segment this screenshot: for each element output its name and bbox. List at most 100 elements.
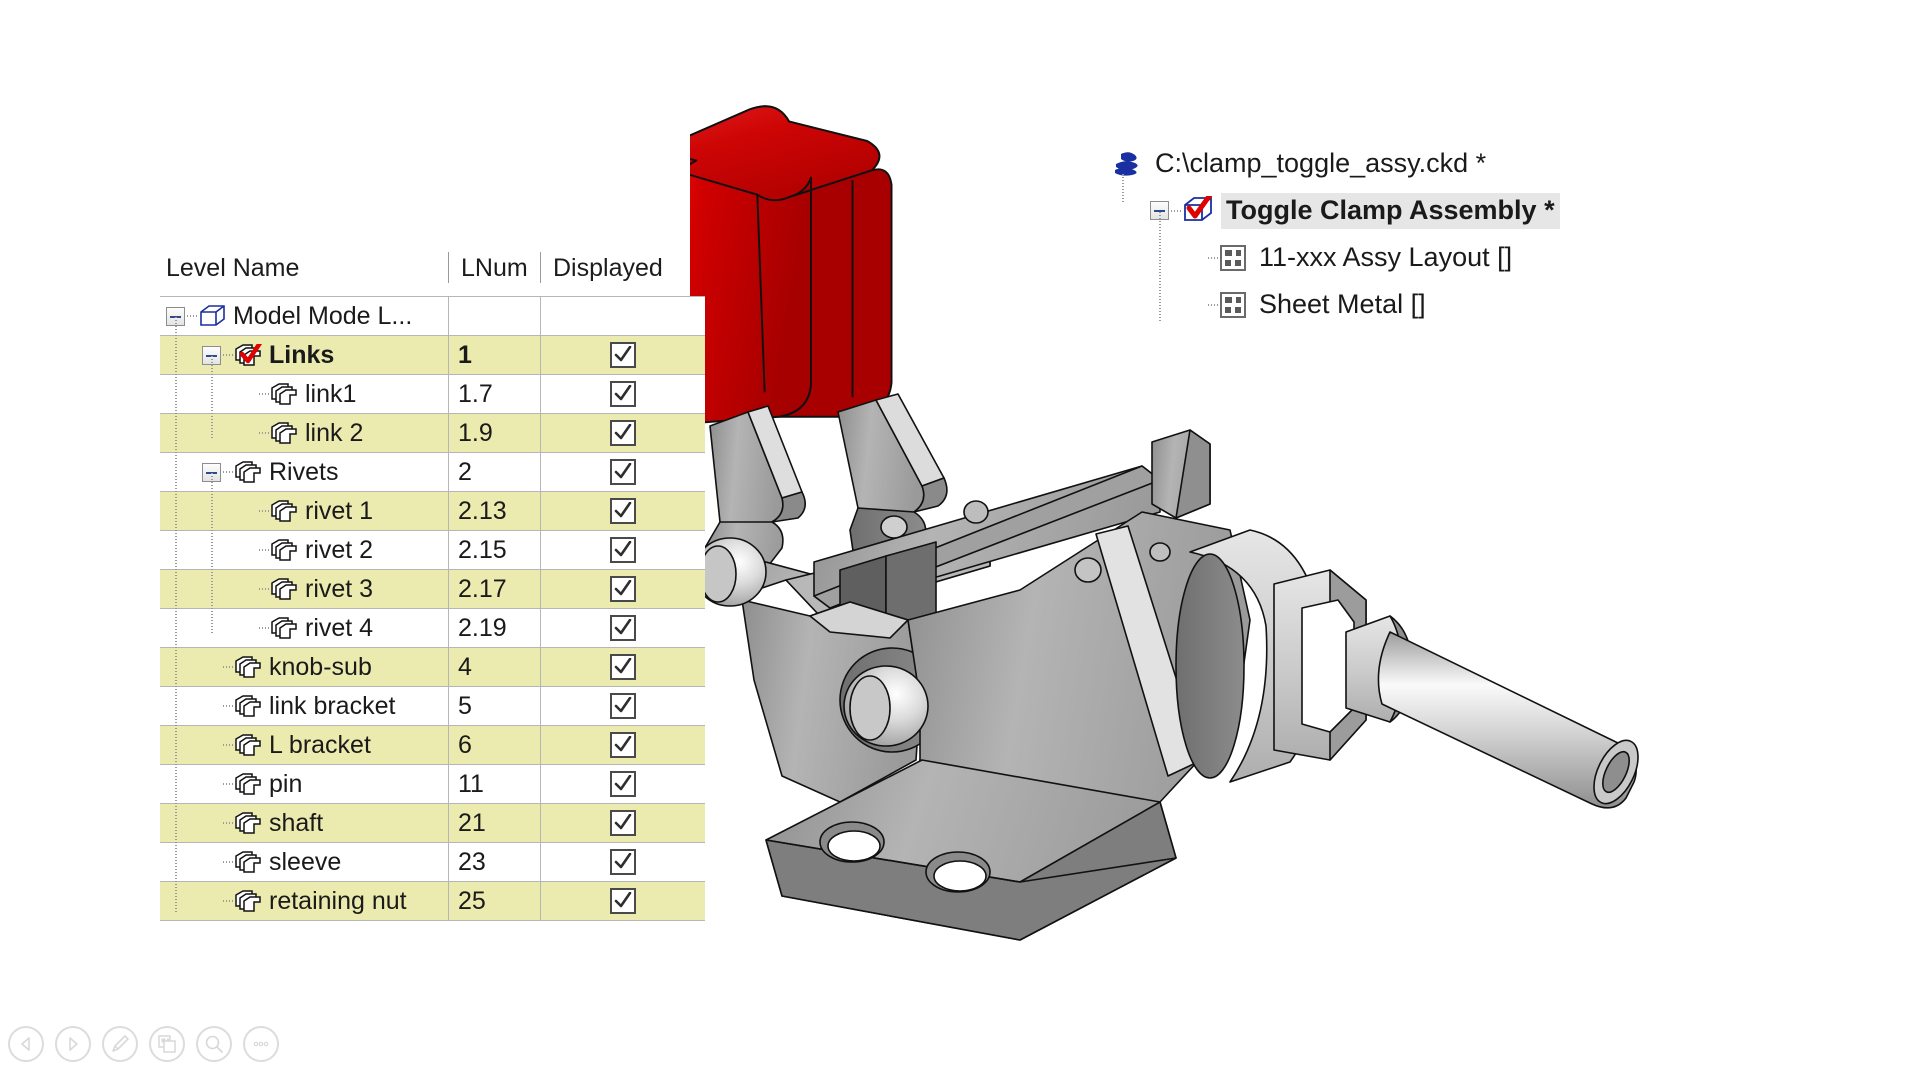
level-table-row[interactable]: link1 1.7 bbox=[160, 375, 705, 414]
pen-button[interactable] bbox=[102, 1026, 138, 1062]
level-name-cell[interactable]: Model Mode L... bbox=[160, 297, 448, 335]
level-displayed-cell[interactable] bbox=[540, 414, 705, 452]
level-number-cell[interactable]: 1 bbox=[448, 336, 540, 374]
assembly-tree-panel[interactable]: C:\clamp_toggle_assy.ckd * Toggle Clamp A… bbox=[1113, 140, 1560, 328]
level-number-cell[interactable] bbox=[448, 297, 540, 335]
level-table-row[interactable]: Rivets 2 bbox=[160, 453, 705, 492]
displayed-checkbox[interactable] bbox=[610, 420, 636, 446]
level-displayed-cell[interactable] bbox=[540, 765, 705, 803]
level-table-row[interactable]: L bracket 6 bbox=[160, 726, 705, 765]
level-displayed-cell[interactable] bbox=[540, 375, 705, 413]
level-name-cell[interactable]: link 2 bbox=[160, 414, 448, 452]
level-number-cell[interactable]: 23 bbox=[448, 843, 540, 881]
level-name-cell[interactable]: link bracket bbox=[160, 687, 448, 725]
displayed-checkbox[interactable] bbox=[610, 342, 636, 368]
level-name-cell[interactable]: rivet 3 bbox=[160, 570, 448, 608]
displayed-checkbox[interactable] bbox=[610, 498, 636, 524]
level-displayed-cell[interactable] bbox=[540, 882, 705, 920]
level-name-cell[interactable]: L bracket bbox=[160, 726, 448, 764]
level-number-cell[interactable]: 2.15 bbox=[448, 531, 540, 569]
level-number-cell[interactable]: 2 bbox=[448, 453, 540, 491]
displayed-checkbox[interactable] bbox=[610, 615, 636, 641]
level-table-row[interactable]: knob-sub 4 bbox=[160, 648, 705, 687]
displayed-checkbox[interactable] bbox=[610, 654, 636, 680]
level-name-cell[interactable]: link1 bbox=[160, 375, 448, 413]
level-number-cell[interactable]: 4 bbox=[448, 648, 540, 686]
level-table-row[interactable]: link bracket 5 bbox=[160, 687, 705, 726]
level-number-cell[interactable]: 2.13 bbox=[448, 492, 540, 530]
level-displayed-cell[interactable] bbox=[540, 297, 705, 335]
level-number-cell[interactable]: 2.17 bbox=[448, 570, 540, 608]
column-header-displayed[interactable]: Displayed bbox=[540, 252, 705, 283]
assembly-tree-node[interactable]: 11-xxx Assy Layout [] bbox=[1113, 234, 1560, 281]
displayed-checkbox[interactable] bbox=[610, 810, 636, 836]
more-button[interactable] bbox=[243, 1026, 279, 1062]
level-name-cell[interactable]: knob-sub bbox=[160, 648, 448, 686]
displayed-checkbox[interactable] bbox=[610, 576, 636, 602]
level-table-row[interactable]: link 2 1.9 bbox=[160, 414, 705, 453]
level-name-cell[interactable]: Links bbox=[160, 336, 448, 374]
bottom-toolbar[interactable] bbox=[8, 1026, 279, 1062]
copy-button[interactable] bbox=[149, 1026, 185, 1062]
level-name-cell[interactable]: sleeve bbox=[160, 843, 448, 881]
level-number-cell[interactable]: 1.7 bbox=[448, 375, 540, 413]
level-name-cell[interactable]: rivet 4 bbox=[160, 609, 448, 647]
level-table-row[interactable]: rivet 3 2.17 bbox=[160, 570, 705, 609]
assembly-tree-node[interactable]: Sheet Metal [] bbox=[1113, 281, 1560, 328]
level-displayed-cell[interactable] bbox=[540, 843, 705, 881]
level-table-row[interactable]: retaining nut 25 bbox=[160, 882, 705, 921]
level-name-cell[interactable]: rivet 2 bbox=[160, 531, 448, 569]
search-button[interactable] bbox=[196, 1026, 232, 1062]
level-table-body[interactable]: Model Mode L... Links 1 link1 1.7 link 2 1.9 Ri… bbox=[160, 296, 705, 921]
level-number-cell[interactable]: 1.9 bbox=[448, 414, 540, 452]
level-displayed-cell[interactable] bbox=[540, 336, 705, 374]
level-displayed-cell[interactable] bbox=[540, 453, 705, 491]
level-table-row[interactable]: Model Mode L... bbox=[160, 297, 705, 336]
displayed-checkbox[interactable] bbox=[610, 888, 636, 914]
assembly-tree-node[interactable]: Toggle Clamp Assembly * bbox=[1113, 187, 1560, 234]
level-table-row[interactable]: pin 11 bbox=[160, 765, 705, 804]
displayed-checkbox[interactable] bbox=[610, 459, 636, 485]
displayed-checkbox[interactable] bbox=[610, 771, 636, 797]
displayed-checkbox[interactable] bbox=[610, 693, 636, 719]
displayed-checkbox[interactable] bbox=[610, 732, 636, 758]
level-table-row[interactable]: rivet 4 2.19 bbox=[160, 609, 705, 648]
displayed-checkbox[interactable] bbox=[610, 537, 636, 563]
displayed-checkbox[interactable] bbox=[610, 849, 636, 875]
tree-collapse-toggle[interactable] bbox=[202, 462, 221, 482]
level-name-cell[interactable]: retaining nut bbox=[160, 882, 448, 920]
level-displayed-cell[interactable] bbox=[540, 492, 705, 530]
level-name-cell[interactable]: pin bbox=[160, 765, 448, 803]
level-displayed-cell[interactable] bbox=[540, 687, 705, 725]
level-displayed-cell[interactable] bbox=[540, 531, 705, 569]
level-name-cell[interactable]: Rivets bbox=[160, 453, 448, 491]
level-table-row[interactable]: sleeve 23 bbox=[160, 843, 705, 882]
back-button[interactable] bbox=[8, 1026, 44, 1062]
column-header-lnum[interactable]: LNum bbox=[448, 252, 540, 283]
level-number-cell[interactable]: 5 bbox=[448, 687, 540, 725]
level-number-cell[interactable]: 21 bbox=[448, 804, 540, 842]
forward-button[interactable] bbox=[55, 1026, 91, 1062]
level-displayed-cell[interactable] bbox=[540, 726, 705, 764]
level-displayed-cell[interactable] bbox=[540, 570, 705, 608]
level-name-cell[interactable]: rivet 1 bbox=[160, 492, 448, 530]
level-table-row[interactable]: rivet 2 2.15 bbox=[160, 531, 705, 570]
level-name-cell[interactable]: shaft bbox=[160, 804, 448, 842]
level-displayed-cell[interactable] bbox=[540, 648, 705, 686]
level-displayed-cell[interactable] bbox=[540, 804, 705, 842]
tree-collapse-toggle[interactable] bbox=[166, 306, 185, 326]
tree-collapse-toggle[interactable] bbox=[1150, 201, 1169, 220]
level-number-cell[interactable]: 25 bbox=[448, 882, 540, 920]
displayed-checkbox[interactable] bbox=[610, 381, 636, 407]
level-number-cell[interactable]: 11 bbox=[448, 765, 540, 803]
level-table-row[interactable]: rivet 1 2.13 bbox=[160, 492, 705, 531]
level-number-cell[interactable]: 2.19 bbox=[448, 609, 540, 647]
level-manager-table[interactable]: Level Name LNum Displayed Model Mode L..… bbox=[160, 252, 705, 921]
level-number-cell[interactable]: 6 bbox=[448, 726, 540, 764]
level-displayed-cell[interactable] bbox=[540, 609, 705, 647]
level-table-row[interactable]: Links 1 bbox=[160, 336, 705, 375]
assembly-tree-node[interactable]: C:\clamp_toggle_assy.ckd * bbox=[1113, 140, 1560, 187]
level-table-row[interactable]: shaft 21 bbox=[160, 804, 705, 843]
tree-collapse-toggle[interactable] bbox=[202, 345, 221, 365]
column-header-level-name[interactable]: Level Name bbox=[160, 252, 448, 283]
